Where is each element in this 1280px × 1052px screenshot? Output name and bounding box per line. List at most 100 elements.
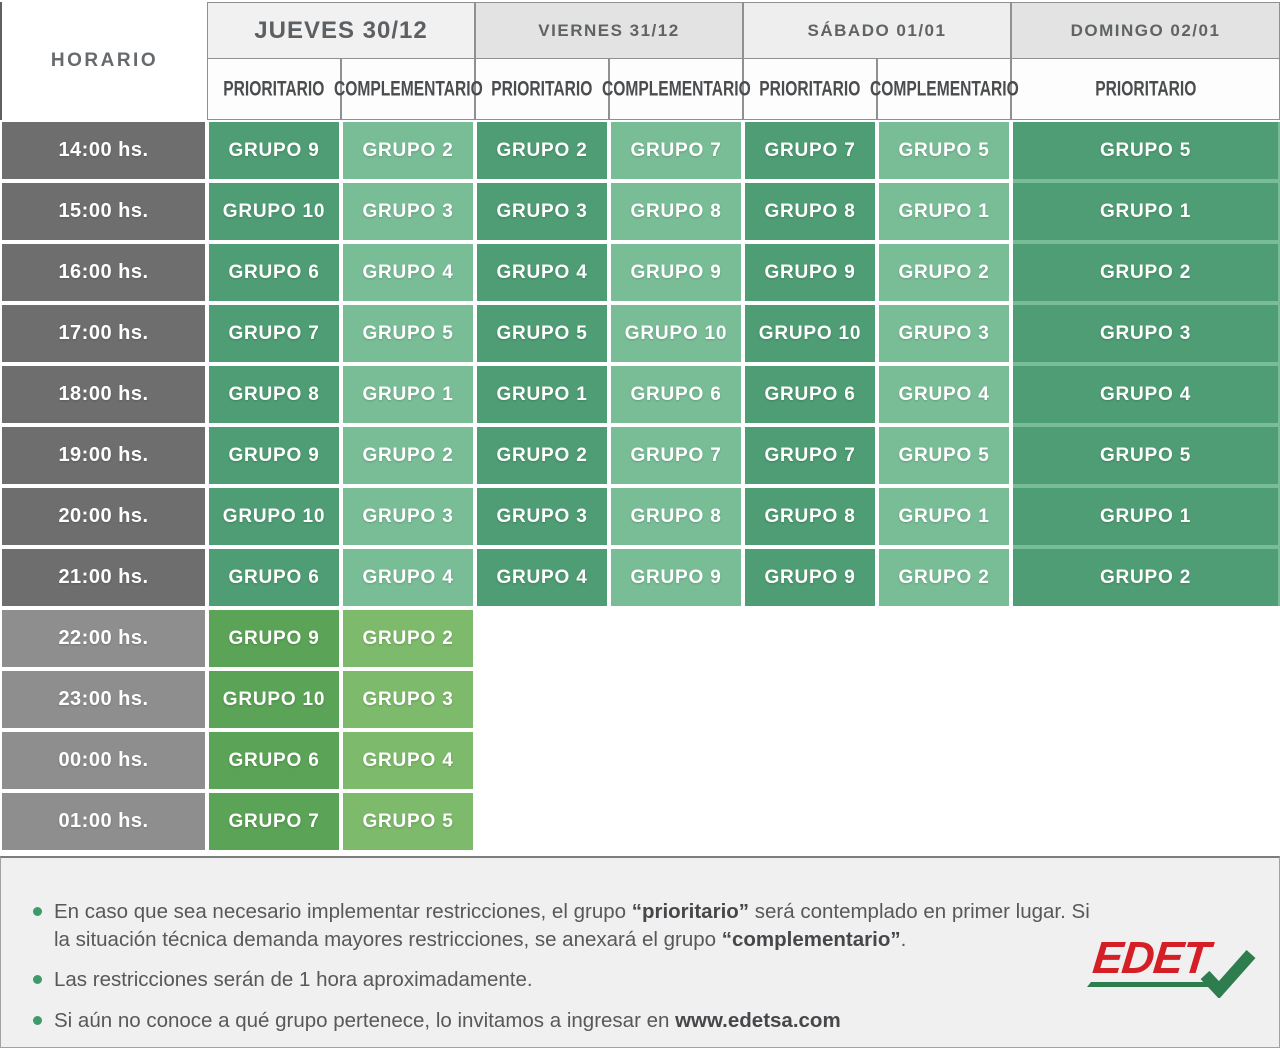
time-cell: 19:00 hs. <box>2 427 205 484</box>
group-cell: GRUPO 8 <box>209 366 339 423</box>
group-cell: GRUPO 5 <box>879 427 1009 484</box>
group-cell: GRUPO 7 <box>745 122 875 179</box>
subheader-domingo-prioritario: PRIORITARIO <box>1011 58 1280 120</box>
edet-logo-underline <box>1087 982 1217 987</box>
group-cell: GRUPO 4 <box>343 549 473 606</box>
group-cell: GRUPO 10 <box>209 488 339 545</box>
group-cell: GRUPO 2 <box>1013 549 1278 606</box>
group-cell: GRUPO 2 <box>879 549 1009 606</box>
edet-logo: EDET <box>1093 938 1243 998</box>
group-cell: GRUPO 6 <box>209 244 339 301</box>
time-cell: 21:00 hs. <box>2 549 205 606</box>
schedule-row: 23:00 hs.GRUPO 10GRUPO 3 <box>0 669 1280 730</box>
group-cell: GRUPO 4 <box>343 244 473 301</box>
group-cell: GRUPO 9 <box>745 549 875 606</box>
group-cell: GRUPO 3 <box>343 183 473 240</box>
group-cell: GRUPO 4 <box>1013 366 1278 423</box>
group-cell: GRUPO 9 <box>209 427 339 484</box>
schedule-row: 19:00 hs.GRUPO 9GRUPO 2GRUPO 2GRUPO 7GRU… <box>0 425 1280 486</box>
footer-bullet: Las restricciones serán de 1 hora aproxi… <box>33 966 1108 994</box>
day-header-sabado: SÁBADO 01/01 <box>743 2 1011 58</box>
schedule-row: 00:00 hs.GRUPO 6GRUPO 4 <box>0 730 1280 791</box>
subheader-label: COMPLEMENTARIO <box>870 77 1019 101</box>
day-header-domingo: DOMINGO 02/01 <box>1011 2 1280 58</box>
subheader-viernes-complementario: COMPLEMENTARIO <box>609 58 743 120</box>
time-cell: 00:00 hs. <box>2 732 205 789</box>
group-cell: GRUPO 4 <box>477 549 607 606</box>
group-cell: GRUPO 8 <box>745 183 875 240</box>
horario-header: HORARIO <box>0 2 207 120</box>
group-cell: GRUPO 2 <box>343 610 473 667</box>
bullet-dot-icon <box>33 1016 42 1025</box>
time-cell: 23:00 hs. <box>2 671 205 728</box>
group-cell: GRUPO 3 <box>343 671 473 728</box>
group-cell: GRUPO 1 <box>1013 488 1278 545</box>
bullet-dot-icon <box>33 975 42 984</box>
subheader-jueves-prioritario: PRIORITARIO <box>207 58 341 120</box>
time-cell: 20:00 hs. <box>2 488 205 545</box>
group-cell: GRUPO 7 <box>611 122 741 179</box>
group-cell: GRUPO 3 <box>477 488 607 545</box>
group-cell: GRUPO 9 <box>209 610 339 667</box>
outage-schedule-poster: HORARIO JUEVES 30/12 VIERNES 31/12 SÁBAD… <box>0 0 1280 1048</box>
group-cell: GRUPO 5 <box>343 305 473 362</box>
schedule-row: 18:00 hs.GRUPO 8GRUPO 1GRUPO 1GRUPO 6GRU… <box>0 364 1280 425</box>
group-cell: GRUPO 9 <box>209 122 339 179</box>
time-cell: 14:00 hs. <box>2 122 205 179</box>
footer-bullet: En caso que sea necesario implementar re… <box>33 898 1108 953</box>
schedule-row: 22:00 hs.GRUPO 9GRUPO 2 <box>0 608 1280 669</box>
group-cell: GRUPO 7 <box>209 305 339 362</box>
group-cell: GRUPO 6 <box>745 366 875 423</box>
subheader-jueves-complementario: COMPLEMENTARIO <box>341 58 475 120</box>
group-cell: GRUPO 7 <box>209 793 339 850</box>
checkmark-icon <box>1199 948 1257 998</box>
subheader-sabado-complementario: COMPLEMENTARIO <box>877 58 1011 120</box>
schedule-body: 14:00 hs.GRUPO 9GRUPO 2GRUPO 2GRUPO 7GRU… <box>0 120 1280 852</box>
group-cell: GRUPO 9 <box>745 244 875 301</box>
footer-bullet-text: Las restricciones serán de 1 hora aproxi… <box>54 966 533 994</box>
group-cell: GRUPO 5 <box>879 122 1009 179</box>
group-cell: GRUPO 5 <box>1013 122 1278 179</box>
group-cell: GRUPO 4 <box>879 366 1009 423</box>
group-cell: GRUPO 1 <box>879 183 1009 240</box>
group-cell: GRUPO 9 <box>611 244 741 301</box>
group-cell: GRUPO 6 <box>209 732 339 789</box>
subheader-label: PRIORITARIO <box>759 77 860 101</box>
group-cell: GRUPO 2 <box>343 427 473 484</box>
group-cell: GRUPO 1 <box>1013 183 1278 240</box>
group-cell: GRUPO 7 <box>611 427 741 484</box>
group-cell: GRUPO 2 <box>477 122 607 179</box>
group-cell: GRUPO 10 <box>745 305 875 362</box>
group-cell: GRUPO 2 <box>477 427 607 484</box>
group-cell: GRUPO 8 <box>745 488 875 545</box>
group-cell: GRUPO 2 <box>879 244 1009 301</box>
footer-bullet-list: En caso que sea necesario implementar re… <box>33 898 1239 1035</box>
schedule-row: 17:00 hs.GRUPO 7GRUPO 5GRUPO 5GRUPO 10GR… <box>0 303 1280 364</box>
subheader-label: COMPLEMENTARIO <box>334 77 483 101</box>
group-cell: GRUPO 9 <box>611 549 741 606</box>
schedule-header: HORARIO JUEVES 30/12 VIERNES 31/12 SÁBAD… <box>0 2 1280 120</box>
schedule-row: 01:00 hs.GRUPO 7GRUPO 5 <box>0 791 1280 852</box>
time-cell: 22:00 hs. <box>2 610 205 667</box>
subheader-label: PRIORITARIO <box>223 77 324 101</box>
group-cell: GRUPO 3 <box>343 488 473 545</box>
group-cell: GRUPO 3 <box>879 305 1009 362</box>
time-cell: 01:00 hs. <box>2 793 205 850</box>
schedule-row: 21:00 hs.GRUPO 6GRUPO 4GRUPO 4GRUPO 9GRU… <box>0 547 1280 608</box>
group-cell: GRUPO 5 <box>1013 427 1278 484</box>
day-header-viernes: VIERNES 31/12 <box>475 2 743 58</box>
group-cell: GRUPO 1 <box>879 488 1009 545</box>
group-cell: GRUPO 2 <box>343 122 473 179</box>
group-cell: GRUPO 5 <box>343 793 473 850</box>
time-cell: 16:00 hs. <box>2 244 205 301</box>
footer-bullet: Si aún no conoce a qué grupo pertenece, … <box>33 1007 1108 1035</box>
bullet-dot-icon <box>33 907 42 916</box>
group-cell: GRUPO 5 <box>477 305 607 362</box>
group-cell: GRUPO 7 <box>745 427 875 484</box>
time-cell: 17:00 hs. <box>2 305 205 362</box>
group-cell: GRUPO 2 <box>1013 244 1278 301</box>
group-cell: GRUPO 1 <box>343 366 473 423</box>
day-header-jueves: JUEVES 30/12 <box>207 2 475 58</box>
subheader-sabado-prioritario: PRIORITARIO <box>743 58 877 120</box>
subheader-label: PRIORITARIO <box>1095 77 1196 101</box>
